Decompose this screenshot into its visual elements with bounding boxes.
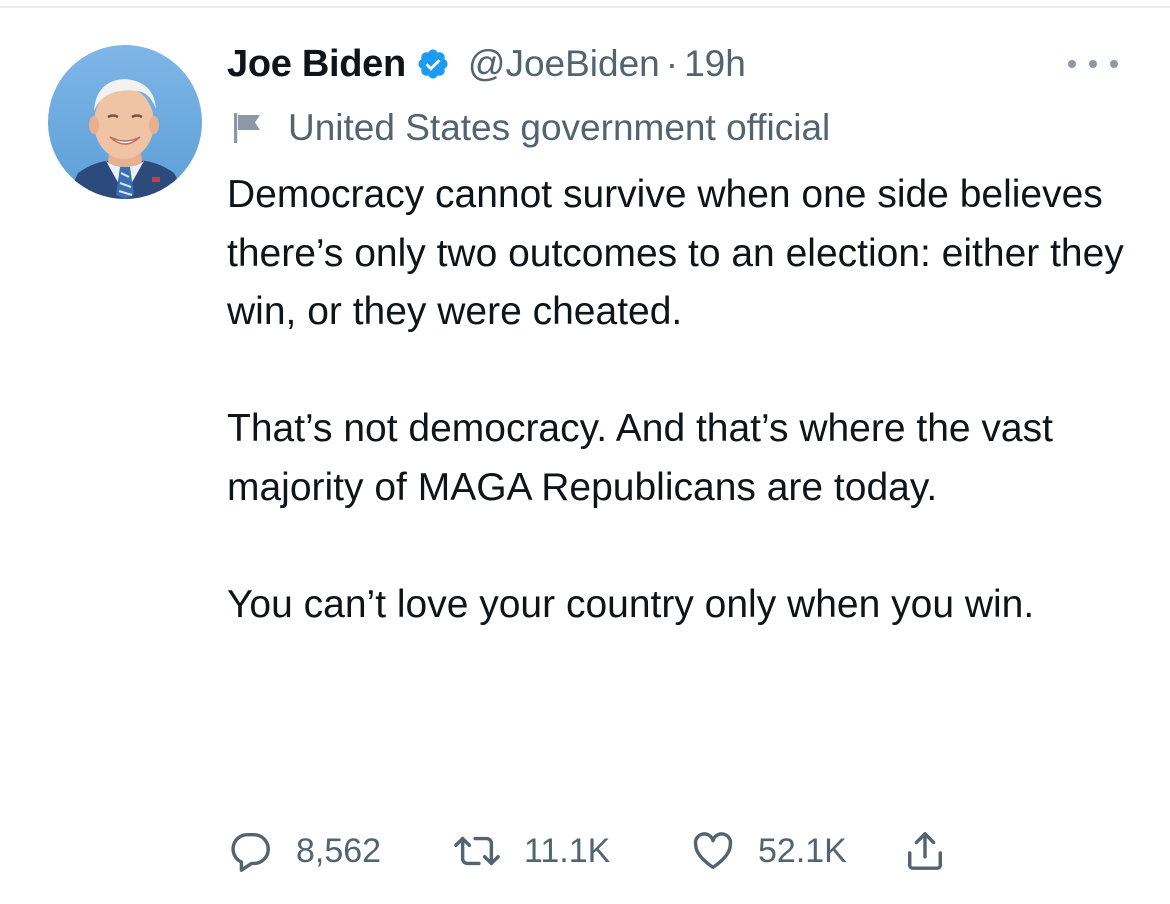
like-button[interactable]: 52.1K: [690, 826, 847, 876]
tweet-paragraph: Democracy cannot survive when one side b…: [227, 173, 1124, 333]
tweet-paragraph: You can’t love your country only when yo…: [227, 582, 1035, 626]
verified-badge-icon: [416, 47, 450, 81]
author-name[interactable]: Joe Biden: [227, 43, 406, 86]
separator-dot: ·: [665, 43, 679, 84]
top-divider: [0, 6, 1170, 8]
avatar-photo: [48, 45, 202, 199]
tweet-header: Joe Biden @JoeBiden · 19h: [227, 38, 746, 90]
tweet-text: Democracy cannot survive when one side b…: [227, 166, 1137, 634]
retweet-button[interactable]: 11.1K: [452, 826, 610, 876]
retweet-icon: [452, 828, 502, 874]
tweet-paragraph: That’s not democracy. And that’s where t…: [227, 407, 1053, 509]
action-bar: 8,562 11.1K 52.1K: [228, 826, 988, 876]
account-label[interactable]: United States government official: [232, 104, 830, 152]
share-icon: [904, 828, 946, 874]
reply-count: 8,562: [296, 831, 382, 870]
retweet-count: 11.1K: [524, 831, 611, 870]
more-options-icon[interactable]: [1068, 52, 1118, 76]
timestamp[interactable]: 19h: [684, 43, 746, 85]
reply-icon: [228, 828, 274, 874]
avatar[interactable]: [48, 45, 202, 199]
flag-icon: [232, 112, 262, 144]
like-count: 52.1K: [758, 831, 847, 870]
author-handle[interactable]: @JoeBiden: [468, 43, 660, 85]
reply-button[interactable]: 8,562: [228, 826, 381, 876]
heart-icon: [690, 828, 736, 874]
share-button[interactable]: [904, 826, 946, 876]
account-label-text: United States government official: [288, 107, 831, 148]
